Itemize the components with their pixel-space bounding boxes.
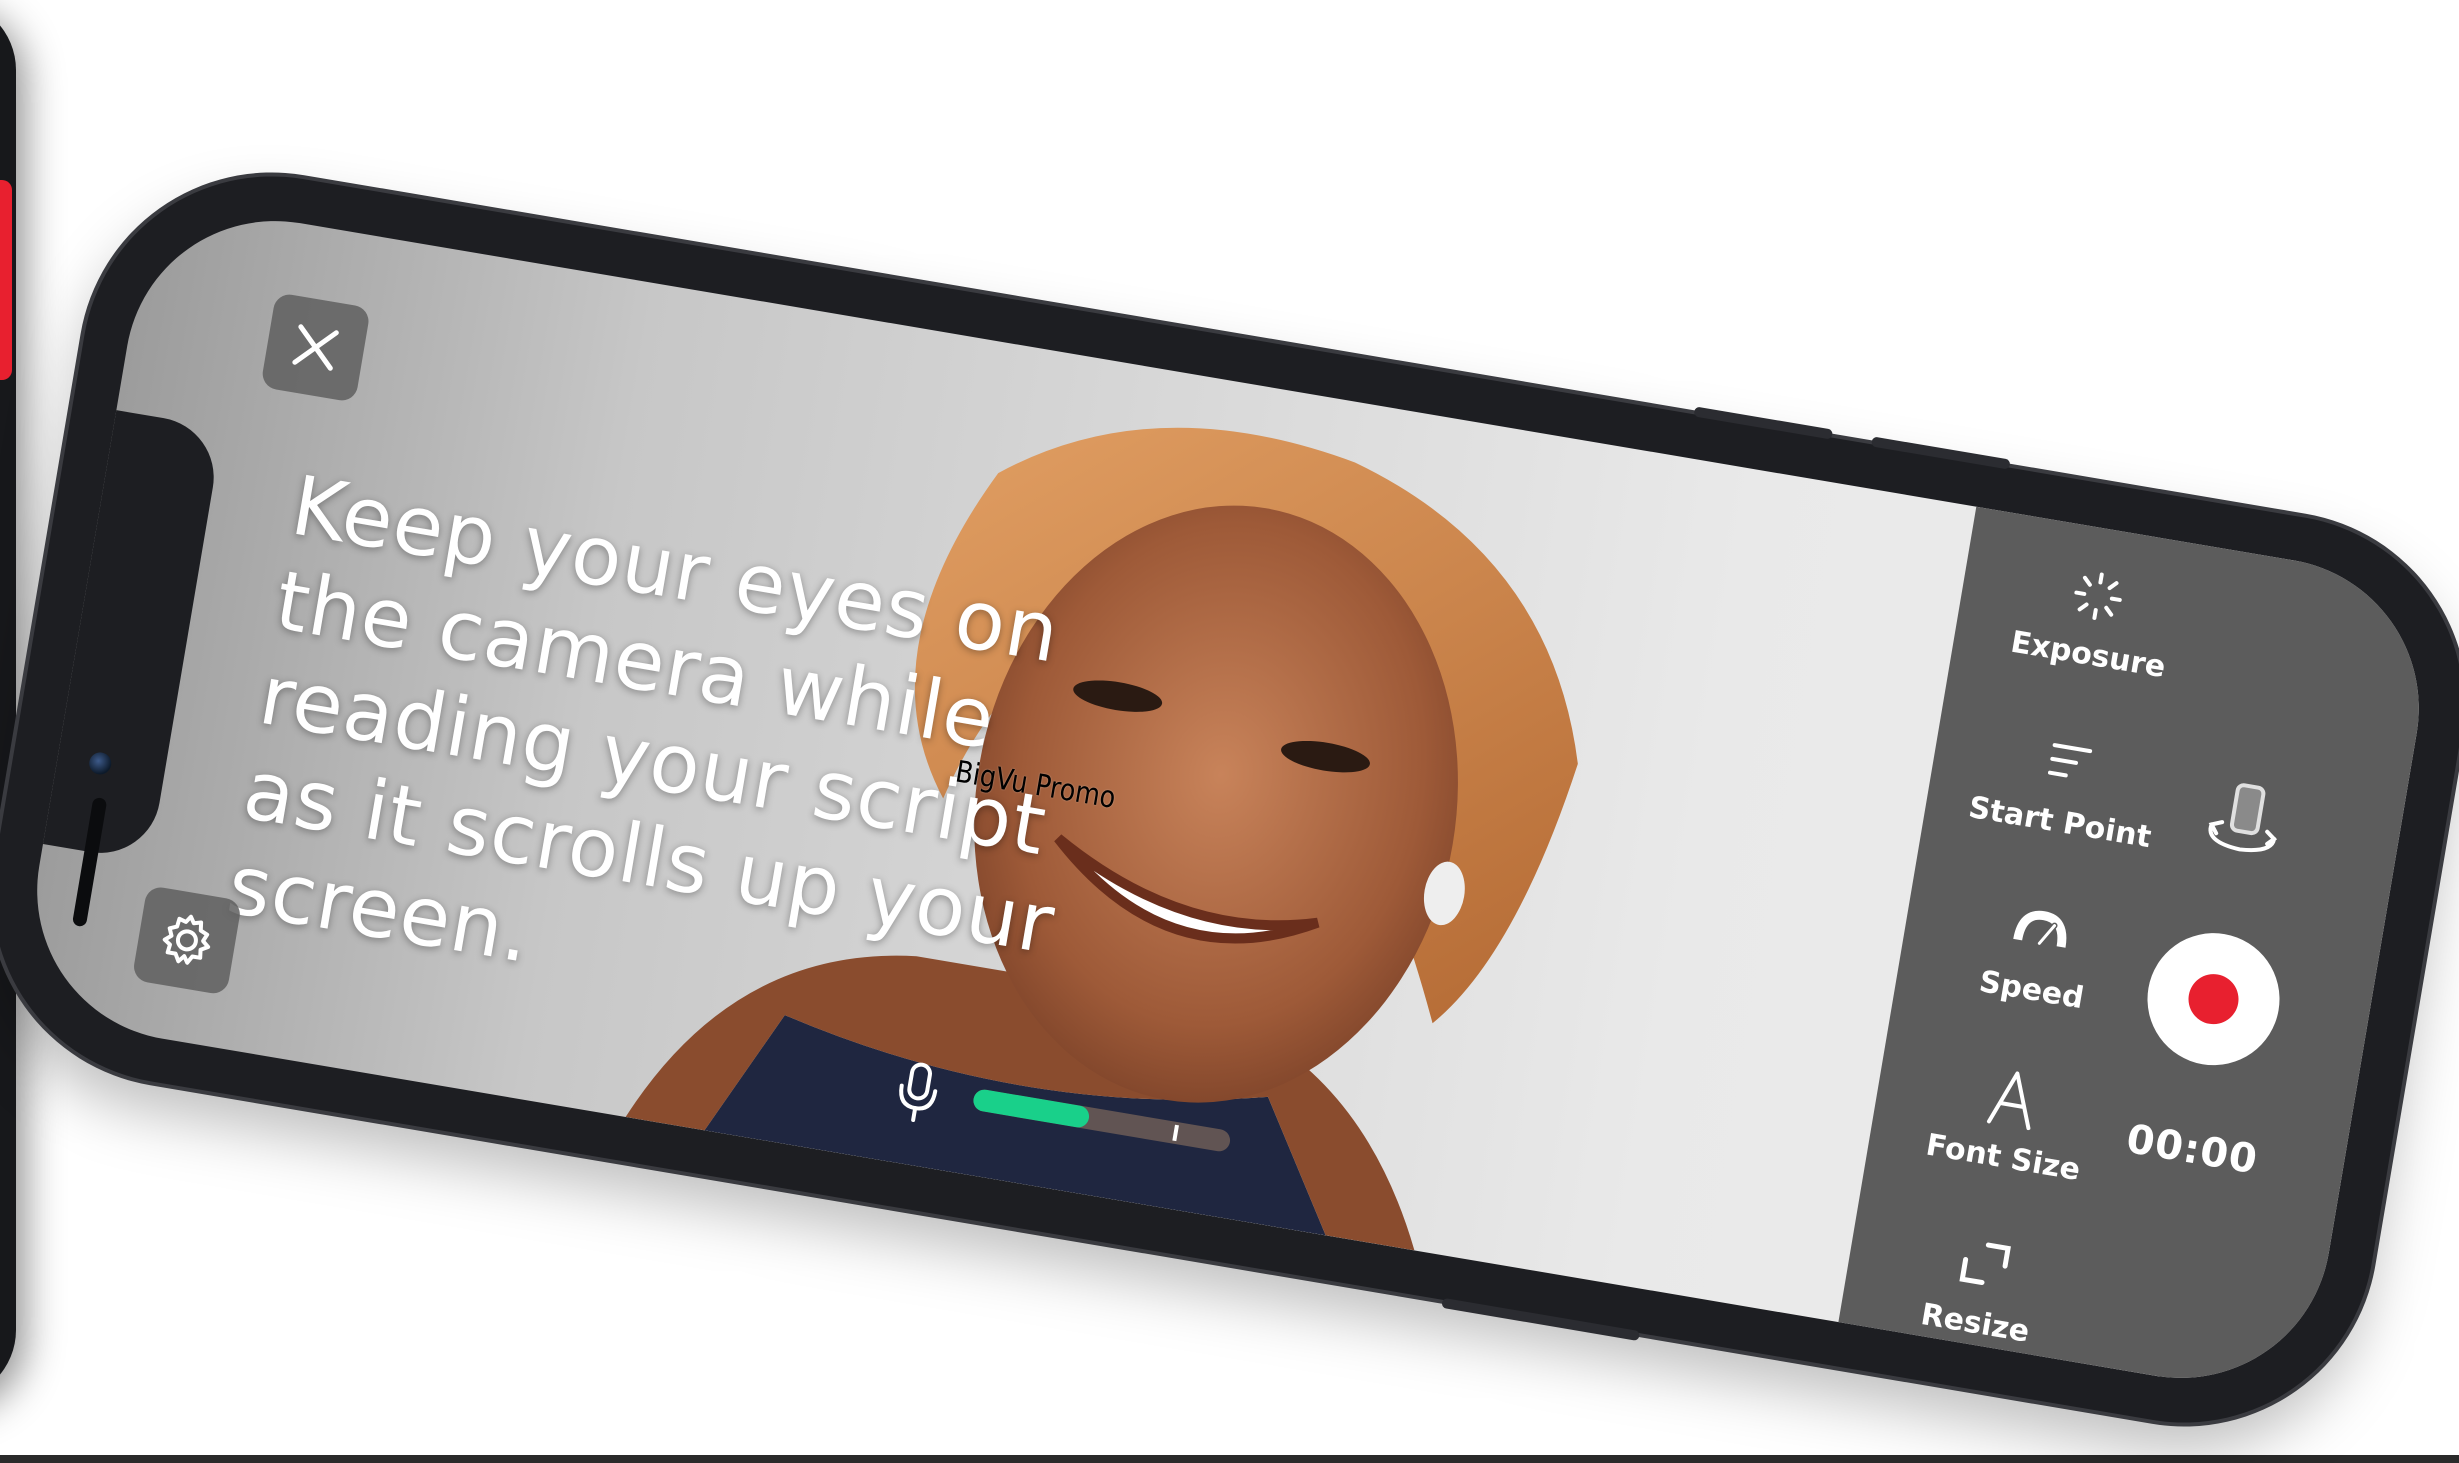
audio-level-peak-marker [1172, 1124, 1179, 1142]
secondary-phone-edge [0, 0, 16, 1400]
flip-camera-icon[interactable] [2196, 771, 2293, 868]
secondary-phone-red-accent [0, 180, 12, 380]
exposure-icon [2074, 572, 2122, 620]
volume-button [1693, 406, 1834, 440]
speedometer-icon [2013, 910, 2067, 948]
speed-label: Speed [1976, 964, 2087, 1017]
record-button[interactable] [2137, 923, 2290, 1076]
bottom-divider [0, 1455, 2459, 1463]
camera-screen: Keep your eyes on the camera while readi… [14, 198, 2442, 1401]
close-icon [292, 324, 339, 371]
recording-timer: 00:00 [2123, 1115, 2262, 1184]
exposure-control[interactable]: Exposure [1992, 553, 2197, 688]
volume-button [1870, 436, 2011, 470]
font-size-icon [1986, 1071, 2031, 1131]
start-point-label: Start Point [1965, 789, 2154, 856]
resize-control[interactable]: Resize [1878, 1221, 2083, 1356]
resize-label: Resize [1918, 1297, 2032, 1350]
start-point-icon [2047, 743, 2093, 778]
speed-control[interactable]: Speed [1935, 888, 2140, 1023]
close-button[interactable] [260, 292, 371, 403]
font-size-label: Font Size [1923, 1127, 2083, 1189]
screenshot-stage: Keep your eyes on the camera while readi… [0, 0, 2459, 1463]
record-icon [2184, 970, 2243, 1028]
front-camera [87, 750, 113, 777]
start-point-control[interactable]: Start Point [1963, 720, 2168, 855]
gear-icon [162, 914, 211, 965]
font-size-control[interactable]: Font Size [1907, 1056, 2112, 1191]
phone-frame: Keep your eyes on the camera while readi… [0, 147, 2459, 1452]
exposure-label: Exposure [2008, 624, 2169, 686]
settings-button[interactable] [131, 885, 243, 996]
resize-icon [1959, 1242, 2011, 1286]
power-button [1441, 1297, 1641, 1342]
